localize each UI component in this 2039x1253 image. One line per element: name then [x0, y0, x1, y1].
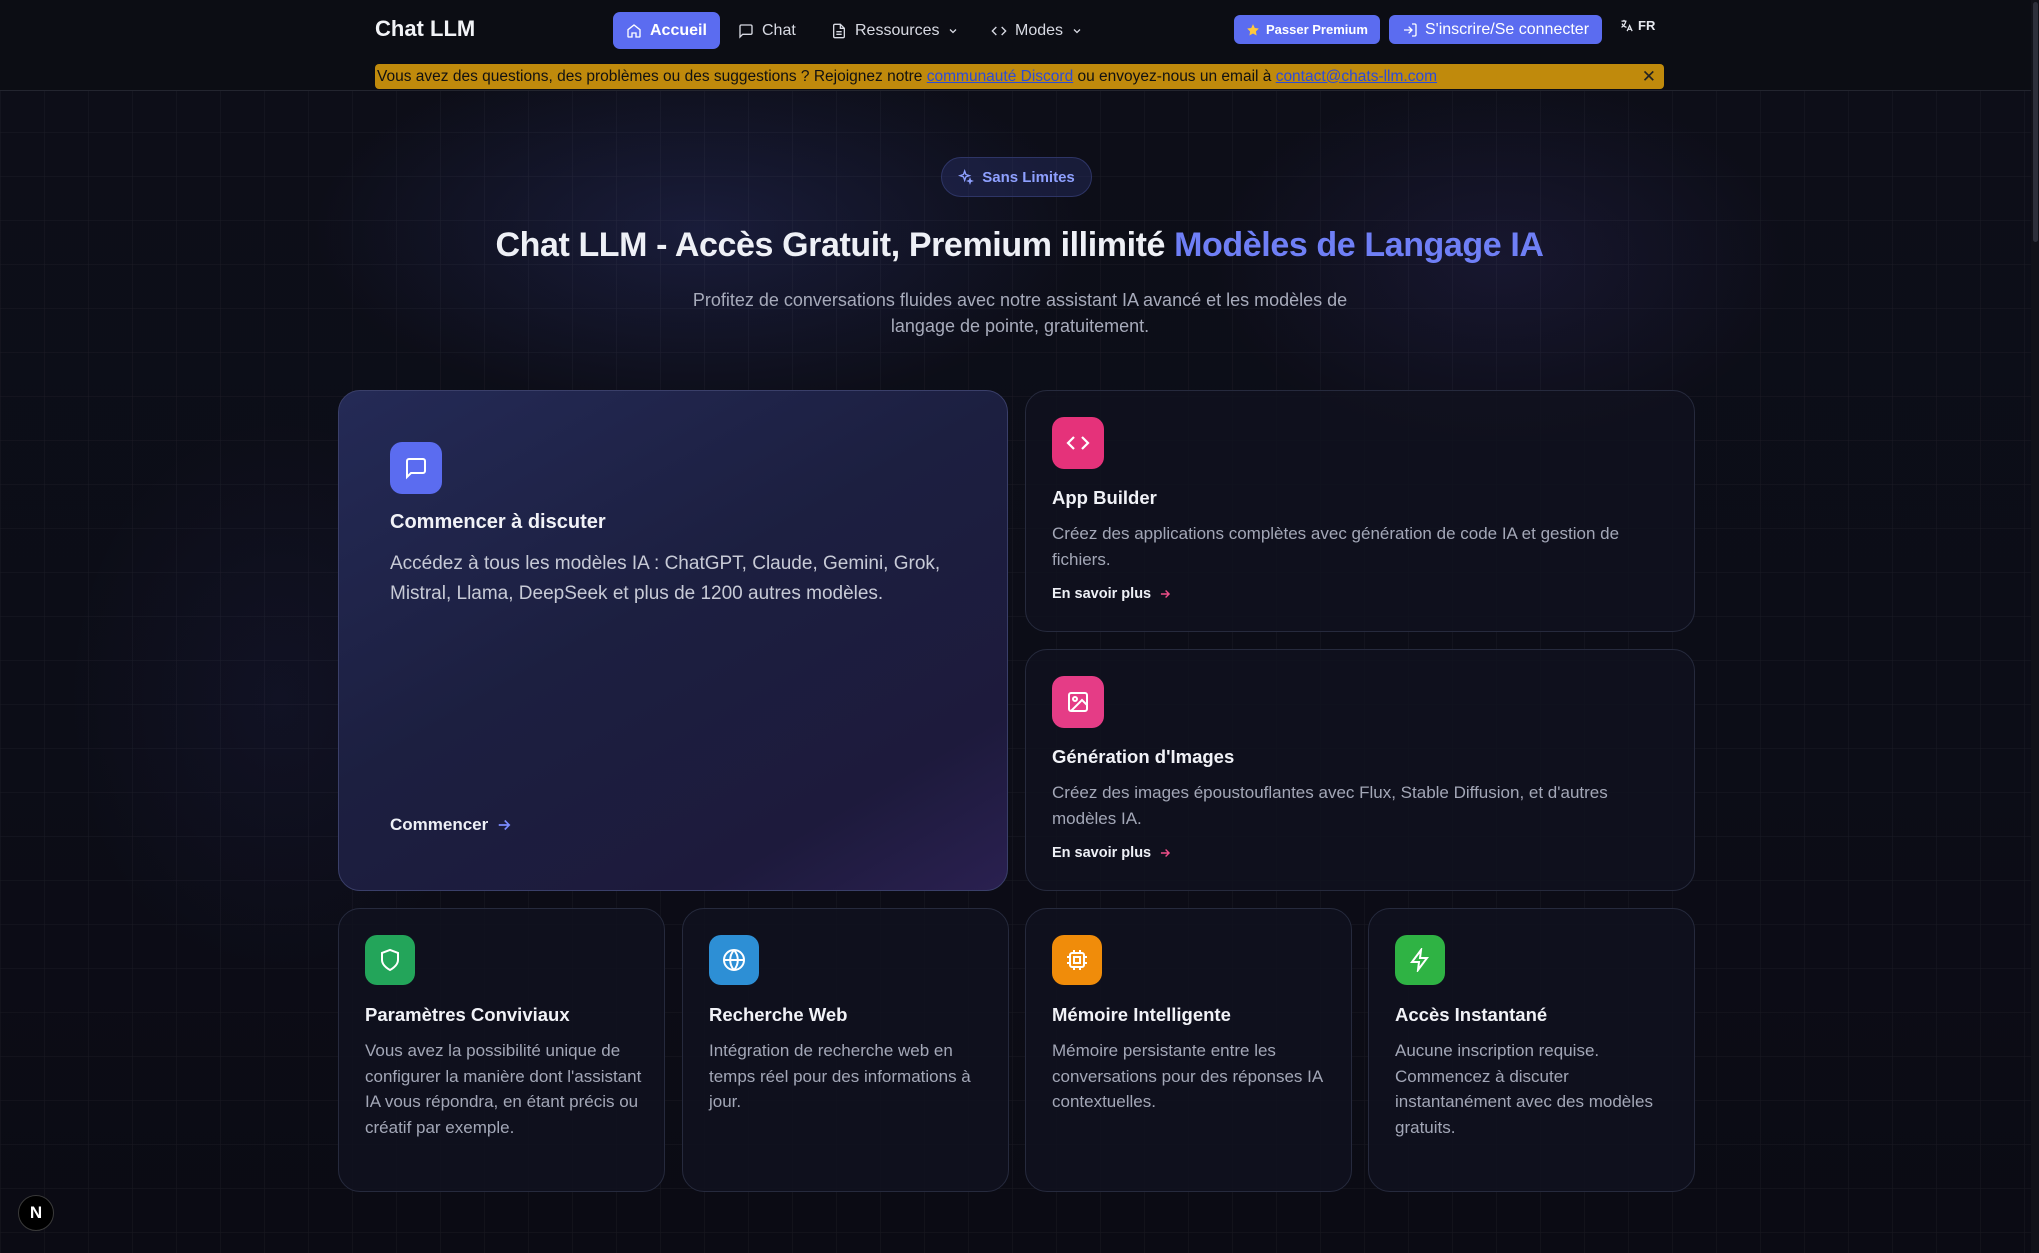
card-text: Mémoire persistante entre les conversati… — [1052, 1041, 1323, 1111]
link-label: En savoir plus — [1052, 845, 1152, 861]
banner-text-middle: ou envoyez-nous un email à — [1073, 67, 1276, 85]
image-icon-box — [1052, 676, 1104, 728]
image-generation-card[interactable]: Génération d'Images Créez des images épo… — [1025, 649, 1695, 891]
star-icon — [1247, 23, 1259, 36]
app-builder-card[interactable]: App Builder Créez des applications compl… — [1025, 390, 1695, 632]
nav-item-resources[interactable]: Ressources — [818, 12, 972, 49]
card-text: Aucune inscription requise. Commencez à … — [1395, 1041, 1653, 1137]
nav-item-label: Accueil — [650, 21, 707, 39]
globe-icon — [723, 949, 745, 971]
image-icon — [1068, 692, 1088, 712]
login-icon — [1404, 22, 1417, 37]
web-search-card[interactable]: Recherche Web Intégration de recherche w… — [682, 908, 1009, 1192]
shield-icon — [381, 948, 399, 972]
chevron-down-icon — [1073, 28, 1081, 33]
premium-label: Passer Premium — [1266, 22, 1368, 37]
link-label: En savoir plus — [1052, 586, 1152, 602]
message-icon — [406, 458, 426, 480]
cpu-icon — [1067, 950, 1087, 970]
card-title: Accès Instantané — [1395, 1004, 1548, 1025]
card-title: Génération d'Images — [1052, 746, 1235, 767]
arrow-right-icon — [1161, 590, 1171, 598]
premium-button[interactable]: Passer Premium — [1234, 15, 1380, 44]
language-switcher[interactable]: FR — [1619, 18, 1655, 33]
page-title: Chat LLM - Accès Gratuit, Premium illimi… — [0, 226, 2039, 265]
hero-subtitle: Profitez de conversations fluides avec n… — [692, 290, 1348, 336]
card-title: Mémoire Intelligente — [1052, 1004, 1231, 1025]
nav-item-label: Chat — [762, 21, 796, 39]
code-icon — [1066, 436, 1090, 450]
title-main: Chat LLM - Accès Gratuit, Premium illimi… — [495, 226, 1175, 264]
start-link[interactable]: Commencer — [390, 815, 513, 835]
chat-card[interactable]: Commencer à discuter Accédez à tous les … — [338, 390, 1008, 891]
home-icon — [627, 23, 641, 38]
nav-item-home[interactable]: Accueil — [613, 12, 720, 49]
dev-tools-badge[interactable]: N — [18, 1195, 54, 1231]
sparkles-icon — [958, 169, 975, 185]
hero-badge: Sans Limites — [941, 157, 1092, 197]
login-button[interactable]: S'inscrire/Se connecter — [1389, 15, 1603, 44]
card-title: Recherche Web — [709, 1004, 848, 1025]
chat-icon-box — [390, 442, 442, 494]
announcement-banner: Vous avez des questions, des problèmes o… — [375, 64, 1664, 89]
card-text: Créez des applications complètes avec gé… — [1052, 524, 1620, 569]
nav-item-label: Modes — [1015, 21, 1064, 39]
card-text: Vous avez la possibilité unique de confi… — [365, 1041, 642, 1137]
app-icon-box — [1052, 417, 1104, 469]
link-label: Commencer — [390, 815, 489, 834]
card-title: App Builder — [1052, 487, 1157, 508]
chevron-down-icon — [950, 28, 957, 33]
memory-card[interactable]: Mémoire Intelligente Mémoire persistante… — [1025, 908, 1352, 1192]
nav-item-modes[interactable]: Modes — [978, 12, 1096, 49]
nav-item-chat[interactable]: Chat — [725, 12, 809, 49]
brand-logo[interactable]: Chat LLM — [375, 16, 475, 42]
learn-more-link[interactable]: En savoir plus — [1052, 845, 1172, 861]
instant-access-card[interactable]: Accès Instantané Aucune inscription requ… — [1368, 908, 1695, 1192]
scrollbar-thumb[interactable] — [2033, 2, 2038, 242]
title-accent: Modèles de Langage IA — [1174, 226, 1544, 264]
document-icon — [833, 23, 845, 38]
login-label: S'inscrire/Se connecter — [1425, 20, 1590, 38]
navbar: Chat LLM Accueil Chat Ressources Modes P… — [0, 0, 2039, 91]
code-icon — [991, 26, 1007, 35]
email-link[interactable]: contact@chats-llm.com — [1276, 68, 1437, 86]
lightning-icon — [1410, 948, 1429, 972]
web-icon-box — [709, 935, 759, 985]
learn-more-link[interactable]: En savoir plus — [1052, 586, 1172, 602]
nav-item-label: Ressources — [855, 21, 940, 39]
settings-icon-box — [365, 935, 415, 985]
translate-icon — [1621, 19, 1633, 32]
memory-icon-box — [1052, 935, 1102, 985]
banner-text-before: Vous avez des questions, des problèmes o… — [377, 67, 927, 85]
card-title: Commencer à discuter — [390, 511, 606, 533]
card-title: Paramètres Conviviaux — [365, 1004, 570, 1025]
card-text: Accédez à tous les modèles IA : ChatGPT,… — [390, 553, 941, 604]
instant-icon-box — [1395, 935, 1445, 985]
language-label: FR — [1638, 18, 1656, 33]
message-icon — [739, 23, 753, 39]
settings-card[interactable]: Paramètres Conviviaux Vous avez la possi… — [338, 908, 665, 1192]
card-text: Créez des images époustouflantes avec Fl… — [1052, 783, 1608, 828]
badge-label: Sans Limites — [982, 168, 1075, 186]
arrow-right-icon — [1161, 849, 1171, 857]
close-icon[interactable]: ✕ — [1642, 67, 1656, 87]
card-text: Intégration de recherche web en temps ré… — [709, 1041, 971, 1111]
discord-link[interactable]: communauté Discord — [927, 68, 1073, 86]
arrow-right-icon — [499, 819, 511, 831]
